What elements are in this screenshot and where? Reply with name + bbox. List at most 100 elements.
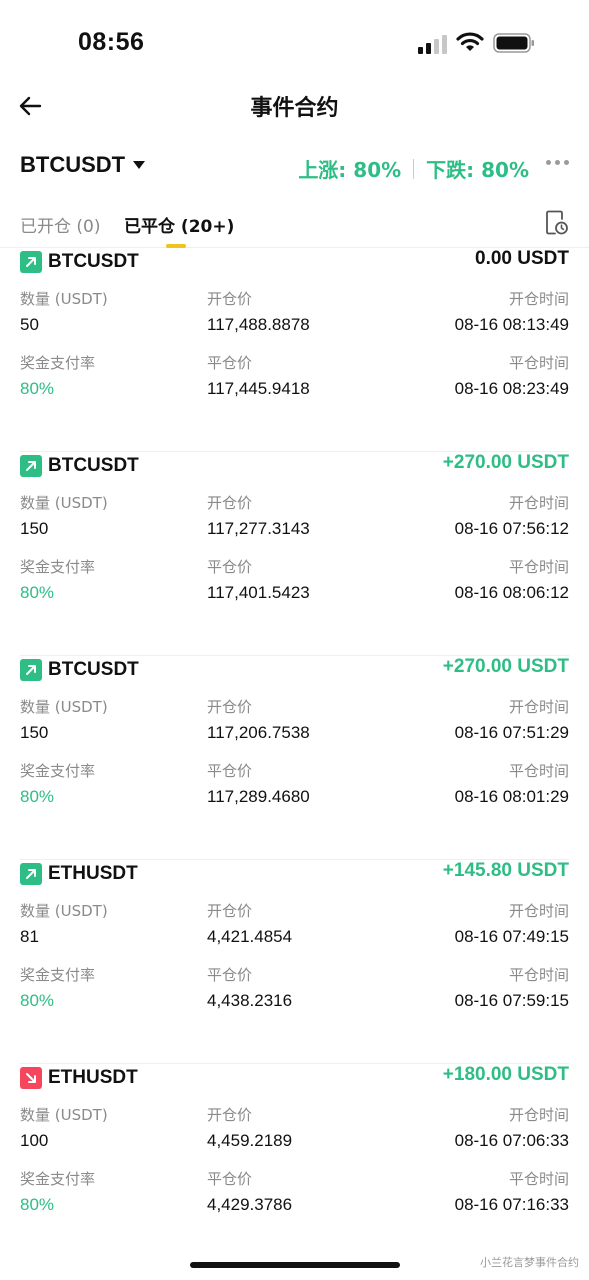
payout-rate-value: 80%: [20, 787, 55, 806]
symbol-name: BTCUSDT: [20, 152, 126, 177]
open-price-label: 开仓价: [207, 1106, 253, 1124]
more-options-icon[interactable]: [546, 160, 569, 165]
status-bar: 08:56: [0, 0, 589, 80]
open-time-label: 开仓时间: [508, 290, 569, 308]
quantity-value: 150: [20, 519, 49, 538]
divider: [413, 158, 415, 179]
tab-open-positions[interactable]: 已开仓 (0): [20, 212, 100, 237]
position-symbol: BTCUSDT: [48, 251, 139, 272]
quantity-value: 150: [20, 723, 49, 742]
open-time-value: 08-16 07:49:15: [454, 927, 569, 946]
position-pnl: +270.00 USDT: [442, 656, 569, 677]
arrow-up-right-icon: [20, 863, 42, 885]
quantity-value: 50: [20, 315, 39, 334]
quantity-label: 数量 (USDT): [20, 902, 108, 920]
symbol-selector[interactable]: BTCUSDT: [20, 152, 146, 178]
quantity-label: 数量 (USDT): [20, 698, 108, 716]
close-price-label: 平仓价: [207, 966, 253, 984]
quantity-label: 数量 (USDT): [20, 494, 108, 512]
close-time-label: 平仓时间: [508, 354, 569, 372]
close-price-value: 117,445.9418: [207, 379, 310, 398]
position-symbol: ETHUSDT: [48, 863, 138, 884]
home-indicator[interactable]: [190, 1262, 400, 1268]
quantity-value: 81: [20, 927, 39, 946]
wifi-icon: [456, 32, 484, 51]
payout-rate-value: 80%: [20, 1195, 55, 1214]
watermark: 小兰花言梦事件合约: [480, 1256, 579, 1269]
close-time-value: 08-16 08:06:12: [454, 583, 569, 602]
position-tabs: 已开仓 (0) 已平仓 (20+): [0, 204, 589, 248]
payout-rates: 上涨: 80% 下跌: 80%: [298, 154, 529, 183]
arrow-up-right-icon: [20, 659, 42, 681]
caret-down-icon: [133, 161, 146, 169]
close-price-label: 平仓价: [207, 354, 253, 372]
quantity-value: 100: [20, 1131, 49, 1150]
arrow-up-right-icon: [20, 251, 42, 273]
open-time-value: 08-16 07:56:12: [454, 519, 569, 538]
nav-bar: 事件合约: [0, 82, 589, 130]
open-price-label: 开仓价: [207, 290, 253, 308]
status-time: 08:56: [78, 28, 145, 56]
position-symbol: ETHUSDT: [48, 1067, 138, 1088]
close-time-label: 平仓时间: [508, 762, 569, 780]
close-price-label: 平仓价: [207, 762, 253, 780]
position-pnl: 0.00 USDT: [475, 248, 569, 269]
rate-up: 上涨: 80%: [298, 158, 402, 182]
close-price-value: 4,438.2316: [207, 991, 293, 1010]
close-time-value: 08-16 08:01:29: [454, 787, 569, 806]
open-time-value: 08-16 07:06:33: [454, 1131, 569, 1150]
open-time-value: 08-16 08:13:49: [454, 315, 569, 334]
position-card[interactable]: ETHUSDT +180.00 USDT 数量 (USDT) 开仓价 开仓时间 …: [20, 1064, 569, 1248]
payout-rate-label: 奖金支付率: [20, 1170, 96, 1188]
position-symbol: BTCUSDT: [48, 659, 139, 680]
symbol-row: BTCUSDT 上涨: 80% 下跌: 80%: [0, 148, 589, 188]
cellular-signal-icon: [418, 35, 447, 54]
rate-down: 下跌: 80%: [426, 158, 529, 182]
close-price-label: 平仓价: [207, 1170, 253, 1188]
payout-rate-label: 奖金支付率: [20, 762, 96, 780]
close-time-value: 08-16 07:59:15: [454, 991, 569, 1010]
position-pnl: +270.00 USDT: [442, 452, 569, 473]
open-time-value: 08-16 07:51:29: [454, 723, 569, 742]
position-card[interactable]: ETHUSDT +145.80 USDT 数量 (USDT) 开仓价 开仓时间 …: [20, 860, 569, 1064]
close-price-value: 117,401.5423: [207, 583, 310, 602]
open-price-value: 117,277.3143: [207, 519, 310, 538]
open-time-label: 开仓时间: [508, 494, 569, 512]
history-icon[interactable]: [545, 210, 569, 236]
close-price-value: 117,289.4680: [207, 787, 310, 806]
close-price-value: 4,429.3786: [207, 1195, 293, 1214]
open-price-label: 开仓价: [207, 902, 253, 920]
open-time-label: 开仓时间: [508, 698, 569, 716]
tab-closed-positions[interactable]: 已平仓 (20+): [124, 212, 234, 237]
payout-rate-value: 80%: [20, 379, 55, 398]
position-card[interactable]: BTCUSDT +270.00 USDT 数量 (USDT) 开仓价 开仓时间 …: [20, 452, 569, 656]
closed-positions-list: BTCUSDT 0.00 USDT 数量 (USDT) 开仓价 开仓时间 50 …: [0, 248, 589, 1248]
close-time-label: 平仓时间: [508, 966, 569, 984]
open-time-label: 开仓时间: [508, 902, 569, 920]
close-time-label: 平仓时间: [508, 1170, 569, 1188]
open-price-value: 4,421.4854: [207, 927, 293, 946]
quantity-label: 数量 (USDT): [20, 1106, 108, 1124]
quantity-label: 数量 (USDT): [20, 290, 108, 308]
close-time-value: 08-16 08:23:49: [454, 379, 569, 398]
position-card[interactable]: BTCUSDT +270.00 USDT 数量 (USDT) 开仓价 开仓时间 …: [20, 656, 569, 860]
open-price-label: 开仓价: [207, 494, 253, 512]
position-pnl: +180.00 USDT: [442, 1064, 569, 1085]
open-price-label: 开仓价: [207, 698, 253, 716]
payout-rate-label: 奖金支付率: [20, 966, 96, 984]
close-time-label: 平仓时间: [508, 558, 569, 576]
page-title: 事件合约: [250, 96, 339, 121]
open-price-value: 4,459.2189: [207, 1131, 293, 1150]
open-time-label: 开仓时间: [508, 1106, 569, 1124]
position-symbol: BTCUSDT: [48, 455, 139, 476]
close-time-value: 08-16 07:16:33: [454, 1195, 569, 1214]
payout-rate-label: 奖金支付率: [20, 558, 96, 576]
arrow-down-right-icon: [20, 1067, 42, 1089]
position-pnl: +145.80 USDT: [442, 860, 569, 881]
payout-rate-label: 奖金支付率: [20, 354, 96, 372]
open-price-value: 117,488.8878: [207, 315, 310, 334]
payout-rate-value: 80%: [20, 991, 55, 1010]
battery-icon: [493, 33, 534, 53]
payout-rate-value: 80%: [20, 583, 55, 602]
position-card[interactable]: BTCUSDT 0.00 USDT 数量 (USDT) 开仓价 开仓时间 50 …: [20, 248, 569, 452]
